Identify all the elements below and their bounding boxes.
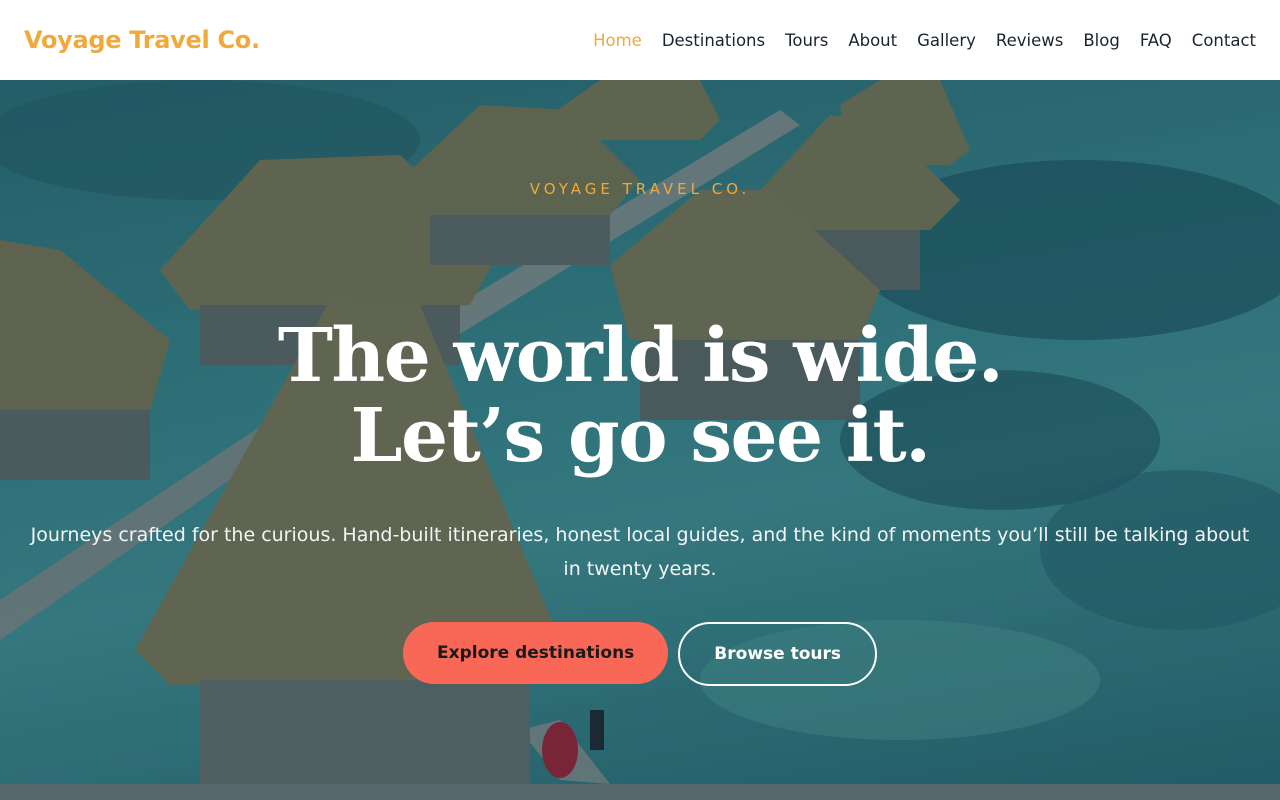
hero-cta-row: Explore destinations Browse tours	[0, 622, 1280, 686]
hero-headline-line-2: Let’s go see it.	[350, 393, 931, 479]
nav-item-faq[interactable]: FAQ	[1140, 31, 1172, 50]
hero-section: VOYAGE TRAVEL CO. The world is wide. Let…	[0, 80, 1280, 784]
hero-content: VOYAGE TRAVEL CO. The world is wide. Let…	[0, 80, 1280, 784]
nav-item-gallery[interactable]: Gallery	[917, 31, 976, 50]
brand-logo[interactable]: Voyage Travel Co.	[24, 26, 260, 54]
next-section-edge	[0, 784, 1280, 800]
nav-item-about[interactable]: About	[848, 31, 897, 50]
nav-item-tours[interactable]: Tours	[785, 31, 828, 50]
nav-item-destinations[interactable]: Destinations	[662, 31, 765, 50]
nav-item-contact[interactable]: Contact	[1192, 31, 1256, 50]
browse-tours-button[interactable]: Browse tours	[678, 622, 877, 686]
main-nav: Home Destinations Tours About Gallery Re…	[573, 31, 1256, 50]
hero-headline: The world is wide. Let’s go see it.	[0, 316, 1280, 476]
top-navigation-bar: Voyage Travel Co. Home Destinations Tour…	[0, 0, 1280, 80]
nav-item-reviews[interactable]: Reviews	[996, 31, 1063, 50]
explore-destinations-button[interactable]: Explore destinations	[403, 622, 669, 684]
nav-item-home[interactable]: Home	[593, 31, 642, 50]
hero-subtitle: Journeys crafted for the curious. Hand-b…	[30, 524, 1250, 580]
nav-item-blog[interactable]: Blog	[1083, 31, 1119, 50]
hero-eyebrow: VOYAGE TRAVEL CO.	[529, 180, 751, 198]
hero-headline-line-1: The world is wide.	[277, 313, 1004, 399]
